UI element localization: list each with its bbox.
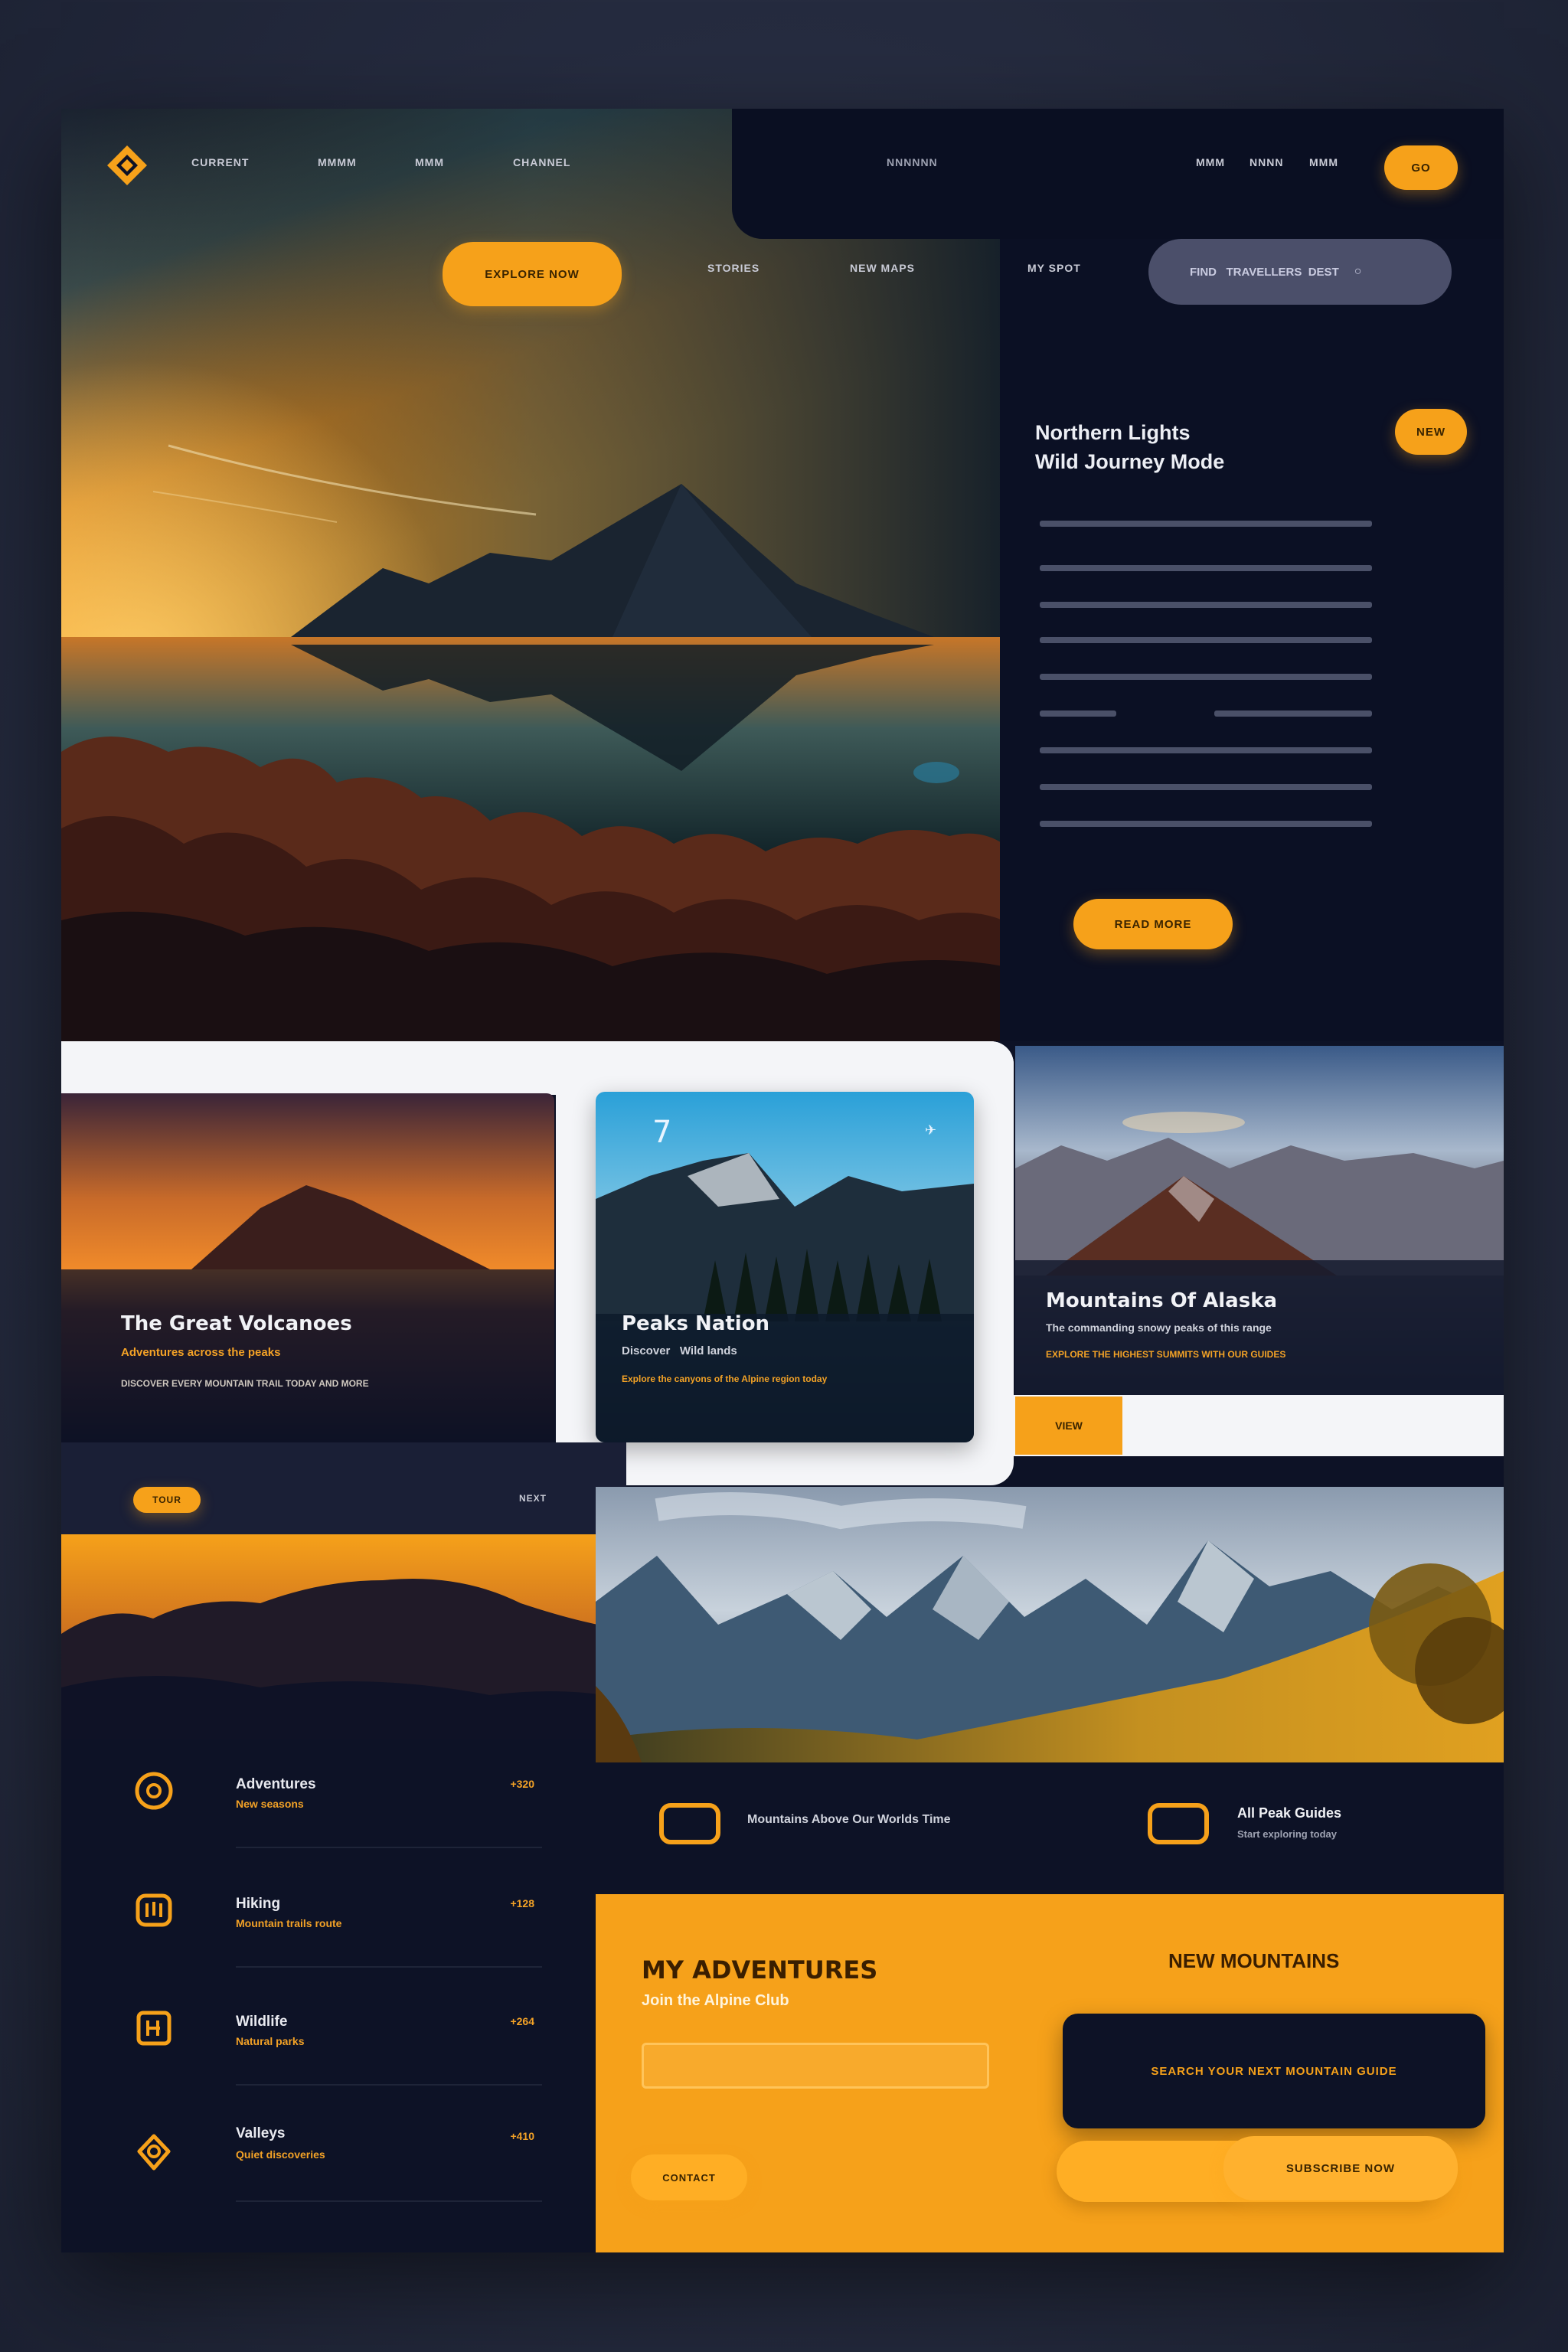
nav-right-link-3[interactable]: MMM [1309,156,1338,168]
hero-panel-title: Northern Lights Wild Journey Mode [1035,418,1224,476]
list-divider [236,2200,542,2202]
read-more-button[interactable]: READ MORE [1073,899,1233,949]
card-peaks-title: Peaks Nation [622,1312,770,1335]
nav-link-1[interactable]: CURRENT [191,156,249,168]
hero-badge[interactable]: NEW [1395,409,1467,455]
nav-right-link-1[interactable]: MMM [1196,156,1225,168]
top-cta-button[interactable]: GO [1384,145,1458,190]
frame-icon [1148,1803,1209,1844]
tour-pill[interactable]: TOUR [133,1487,201,1513]
list-item-value: +264 [510,2015,534,2027]
card-peaks-number-icon: 7 [652,1115,672,1150]
search-icon[interactable]: ○ [1354,265,1362,279]
category-list-panel [61,1740,596,2252]
pin-icon [137,2134,171,2171]
hero-cta-button[interactable]: EXPLORE NOW [443,242,622,306]
card-alaska-title: Mountains Of Alaska [1046,1289,1278,1312]
list-item-title: Valleys [236,2125,286,2141]
list-divider [236,2084,542,2086]
list-item-value: +320 [510,1778,534,1790]
contact-button[interactable]: CONTACT [631,2154,747,2200]
sub-link-spot[interactable]: MY SPOT [1027,262,1081,274]
card-peaks-meta: Explore the canyons of the Alpine region… [622,1374,828,1384]
search-placeholder: FIND TRAVELLERS DEST [1190,265,1339,279]
logo-diamond-icon [107,145,147,185]
newsletter-email-input[interactable] [642,2043,989,2089]
list-item-sub: New seasons [236,1798,304,1810]
list-item-value: +128 [510,1897,534,1909]
newsletter-subtitle: Join the Alpine Club [642,1992,789,2009]
nav-link-4[interactable]: CHANNEL [513,156,570,168]
tour-strip-label[interactable]: NEXT [519,1493,547,1504]
list-item-sub: Natural parks [236,2035,305,2047]
card-volcano-image [61,1093,554,1444]
card-volcano[interactable]: The Great Volcanoes Adventures across th… [61,1093,554,1444]
card-alaska-image [1015,1046,1504,1395]
list-item-title: Wildlife [236,2014,288,2030]
list-item-sub: Mountain trails route [236,1917,342,1929]
subscribe-button[interactable]: SUBSCRIBE NOW [1223,2136,1458,2200]
card-peaks-sub: Discover Wild lands [622,1344,737,1357]
card-alaska[interactable]: Mountains Of Alaska The commanding snowy… [1015,1046,1504,1395]
feature-2-sub: Start exploring today [1237,1828,1338,1840]
sub-link-stories[interactable]: STORIES [707,262,760,274]
list-divider [236,1847,542,1848]
list-item-value: +410 [510,2130,534,2142]
newsletter-title: MY ADVENTURES [642,1955,878,1984]
list-item-title: Adventures [236,1776,316,1792]
search-guide-button[interactable]: SEARCH YOUR NEXT MOUNTAIN GUIDE [1063,2014,1485,2128]
newsletter-right-title: NEW MOUNTAINS [1168,1949,1340,1972]
feature-1-label[interactable]: Mountains Above Our Worlds Time [747,1813,951,1827]
card-peaks-share-icon[interactable]: ✈ [925,1122,936,1138]
nav-right-link-2[interactable]: NNNN [1250,156,1283,168]
hero-title-line1: Northern Lights [1035,421,1191,444]
search-input[interactable]: FIND TRAVELLERS DEST ○ [1148,239,1452,305]
landing-page: CURRENT MMMM MMM CHANNEL NNNNNN MMM NNNN… [61,109,1504,2252]
sub-link-maps[interactable]: NEW MAPS [850,262,915,274]
card-alaska-meta: EXPLORE THE HIGHEST SUMMITS WITH OUR GUI… [1046,1349,1286,1360]
card-volcano-meta: DISCOVER EVERY MOUNTAIN TRAIL TODAY AND … [121,1378,369,1389]
card-volcano-sub: Adventures across the peaks [121,1346,281,1359]
frame-icon [659,1803,720,1844]
list-item-sub: Quiet discoveries [236,2148,325,2161]
nav-link-2[interactable]: MMMM [318,156,357,168]
alpine-valley-image [596,1487,1504,1839]
list-divider [236,1966,542,1968]
compass-icon [135,1772,173,1810]
feature-2-label[interactable]: All Peak Guides [1237,1805,1341,1821]
list-item-title: Hiking [236,1896,281,1912]
calendar-icon [136,2011,172,2046]
nav-center-label[interactable]: NNNNNN [887,156,938,168]
card-alaska-sub: The commanding snowy peaks of this range [1046,1321,1272,1334]
card-volcano-title: The Great Volcanoes [121,1312,352,1335]
card-peaks[interactable]: 7 ✈ Peaks Nation Discover Wild lands Exp… [596,1092,974,1442]
nav-link-3[interactable]: MMM [415,156,444,168]
map-icon [136,1893,172,1927]
hero-title-line2: Wild Journey Mode [1035,450,1225,473]
card-alaska-view-button[interactable]: VIEW [1015,1396,1122,1455]
